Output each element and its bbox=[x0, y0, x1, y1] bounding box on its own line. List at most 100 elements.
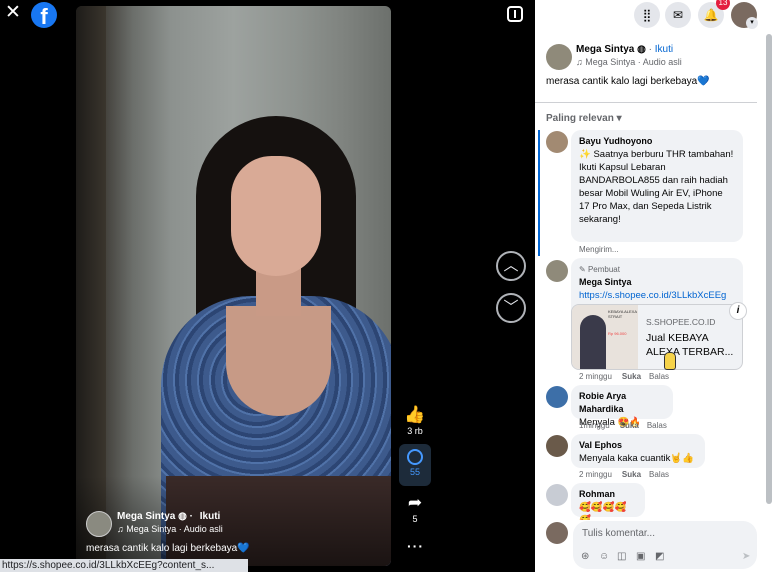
post-audio-label[interactable]: ♫ Mega Sintya · Audio asli bbox=[576, 57, 682, 67]
comment-time[interactable]: 2 minggu bbox=[579, 372, 612, 381]
comment-avatar[interactable] bbox=[546, 260, 568, 282]
post-author-line: Mega Sintya ◍ · Ikuti bbox=[576, 44, 673, 55]
comment-link[interactable]: https://s.shopee.co.id/3LLkbXcEEg bbox=[579, 289, 735, 302]
send-icon[interactable]: ➤ bbox=[742, 551, 752, 562]
link-preview-thumbnail: KEBAYA ALEXA STRAIT Rp 96.000 bbox=[572, 305, 638, 369]
comment-author[interactable]: Bayu Yudhoyono bbox=[579, 135, 735, 148]
thumbnail-text: KEBAYA ALEXA STRAIT bbox=[608, 309, 637, 319]
thumbnail-price: Rp 96.000 bbox=[608, 331, 627, 336]
chevron-up-icon: ︿ bbox=[503, 257, 519, 274]
info-icon[interactable]: i bbox=[729, 302, 747, 320]
post-author-name[interactable]: Mega Sintya bbox=[576, 44, 634, 55]
video-author-avatar[interactable] bbox=[86, 511, 112, 537]
share-count: 5 bbox=[412, 514, 418, 524]
collapse-panel-icon[interactable] bbox=[507, 6, 523, 22]
chevron-down-icon: ﹀ bbox=[503, 299, 519, 316]
menu-grid-button[interactable]: ⣿ bbox=[634, 2, 660, 28]
link-preview-card[interactable]: KEBAYA ALEXA STRAIT Rp 96.000 S.SHOPEE.C… bbox=[571, 304, 743, 370]
comment-placeholder[interactable]: Tulis komentar... bbox=[582, 528, 655, 539]
emoji-icon[interactable]: ☺ bbox=[599, 551, 609, 562]
thumbnail-figure bbox=[580, 315, 606, 369]
facebook-logo-icon[interactable]: f bbox=[31, 2, 57, 28]
comment-reply-link[interactable]: Balas bbox=[649, 372, 669, 381]
notification-badge: 13 bbox=[716, 0, 730, 10]
comment-reply-link[interactable]: Balas bbox=[649, 470, 669, 479]
comment-text: Menyala kaka cuantik🤘👍 bbox=[579, 453, 695, 464]
bell-icon: 🔔 bbox=[703, 8, 719, 22]
composer-avatar bbox=[546, 522, 568, 544]
comment-author[interactable]: Mega Sintya bbox=[579, 276, 735, 289]
post-follow-link[interactable]: Ikuti bbox=[655, 44, 673, 55]
comment-bubble: Val Ephos Menyala kaka cuantik🤘👍 bbox=[571, 434, 705, 468]
globe-icon: ◍ bbox=[178, 511, 187, 522]
divider bbox=[535, 102, 757, 103]
comment-author[interactable]: Robie Arya Mahardika bbox=[579, 390, 665, 416]
comment-bubble-icon bbox=[407, 449, 423, 465]
grid-icon: ⣿ bbox=[642, 8, 652, 22]
pencil-icon: ✎ bbox=[579, 265, 588, 274]
top-bar: ⣿ ✉ 🔔 13 ▾ bbox=[535, 0, 775, 30]
link-preview-domain: S.SHOPEE.CO.ID bbox=[646, 317, 716, 327]
video-figure-skin bbox=[226, 306, 331, 416]
share-arrow-icon: ➦ bbox=[407, 493, 423, 512]
share-button[interactable]: ➦ 5 bbox=[400, 493, 430, 525]
creator-badge-label: Pembuat bbox=[587, 265, 620, 274]
comment-like-link[interactable]: Suka bbox=[622, 372, 641, 381]
next-reel-button[interactable]: ﹀ bbox=[496, 293, 526, 323]
comment-meta: 2 minggu Suka Balas bbox=[579, 372, 669, 381]
comment-avatar[interactable] bbox=[546, 435, 568, 457]
thumbs-up-icon: 👍 bbox=[404, 405, 426, 424]
messenger-button[interactable]: ✉ bbox=[665, 2, 691, 28]
creator-badge: ✎ Pembuat bbox=[579, 263, 735, 276]
comment-meta: Mengirim... bbox=[579, 245, 619, 254]
hand-cursor-icon bbox=[664, 352, 676, 370]
account-chevron-down-icon[interactable]: ▾ bbox=[746, 17, 758, 29]
comment-avatar[interactable] bbox=[546, 484, 568, 506]
video-figure-face bbox=[231, 156, 321, 276]
comment-reply-link[interactable]: Balas bbox=[647, 421, 667, 430]
reel-viewer: ✕ f Mega Sintya ◍ · Ikuti ♫ Mega Sintya … bbox=[0, 0, 535, 572]
previous-reel-button[interactable]: ︿ bbox=[496, 251, 526, 281]
comment-avatar[interactable] bbox=[546, 386, 568, 408]
comment-sort-dropdown[interactable]: Paling relevan ▾ bbox=[546, 113, 622, 124]
gif-icon[interactable]: ▣ bbox=[636, 551, 645, 562]
scrollbar[interactable] bbox=[766, 34, 772, 504]
like-count: 3 rb bbox=[407, 426, 423, 436]
comment-author[interactable]: Val Ephos bbox=[579, 439, 697, 452]
more-options-button[interactable]: ··· bbox=[407, 538, 424, 554]
messenger-icon: ✉ bbox=[672, 8, 684, 22]
comment-meta: 2 minggu Suka Balas bbox=[579, 470, 669, 479]
video-separator: · bbox=[189, 511, 193, 522]
comment-time[interactable]: 1minggu bbox=[579, 421, 610, 430]
post-caption: merasa cantik kalo lagi berkebaya💙 bbox=[546, 76, 710, 87]
comment-meta: 1minggu Suka Balas bbox=[579, 421, 667, 430]
video-follow-link[interactable]: Ikuti bbox=[200, 511, 221, 522]
video-author-line: Mega Sintya ◍ · Ikuti bbox=[117, 511, 220, 522]
close-icon[interactable]: ✕ bbox=[5, 3, 21, 22]
caret-down-icon: ▾ bbox=[616, 113, 622, 124]
comment-text: ✨ Saatnya berburu THR tambahan! Ikuti Ka… bbox=[579, 149, 734, 225]
video-audio-label[interactable]: ♫ Mega Sintya · Audio asli bbox=[117, 524, 223, 534]
camera-icon[interactable]: ◫ bbox=[617, 551, 626, 562]
comment-author[interactable]: Rohman bbox=[579, 488, 637, 501]
comment-avatar[interactable] bbox=[546, 131, 568, 153]
comment-like-link[interactable]: Suka bbox=[622, 470, 641, 479]
like-button[interactable]: 👍 3 rb bbox=[400, 405, 430, 437]
comment-bubble: Robie Arya Mahardika Menyala 😍🔥 bbox=[571, 385, 673, 428]
comments-panel: ⣿ ✉ 🔔 13 ▾ Mega Sintya ◍ · Ikuti ♫ Mega … bbox=[535, 0, 775, 572]
comment-bubble: Bayu Yudhoyono ✨ Saatnya berburu THR tam… bbox=[571, 130, 743, 242]
avatar-sticker-icon[interactable]: ⊛ bbox=[581, 551, 589, 562]
video-caption: merasa cantik kalo lagi berkebaya💙 bbox=[86, 543, 250, 554]
comment-button[interactable]: 55 bbox=[399, 444, 431, 486]
sticker-icon[interactable]: ◩ bbox=[655, 551, 664, 562]
highlight-line bbox=[538, 130, 540, 256]
post-author-avatar[interactable] bbox=[546, 44, 572, 70]
video-author-name[interactable]: Mega Sintya bbox=[117, 511, 175, 522]
comment-time[interactable]: 2 minggu bbox=[579, 470, 612, 479]
comment-like-link[interactable]: Suka bbox=[620, 421, 639, 430]
link-preview-title: Jual KEBAYA ALEXA TERBAR... bbox=[646, 332, 734, 358]
status-bar-url: https://s.shopee.co.id/3LLkbXcEEg?conten… bbox=[0, 559, 248, 572]
reel-video[interactable] bbox=[76, 6, 391, 566]
comment-bubble: Rohman 🥰🥰🥰🥰🥰 bbox=[571, 483, 645, 526]
comment-count: 55 bbox=[409, 467, 420, 477]
